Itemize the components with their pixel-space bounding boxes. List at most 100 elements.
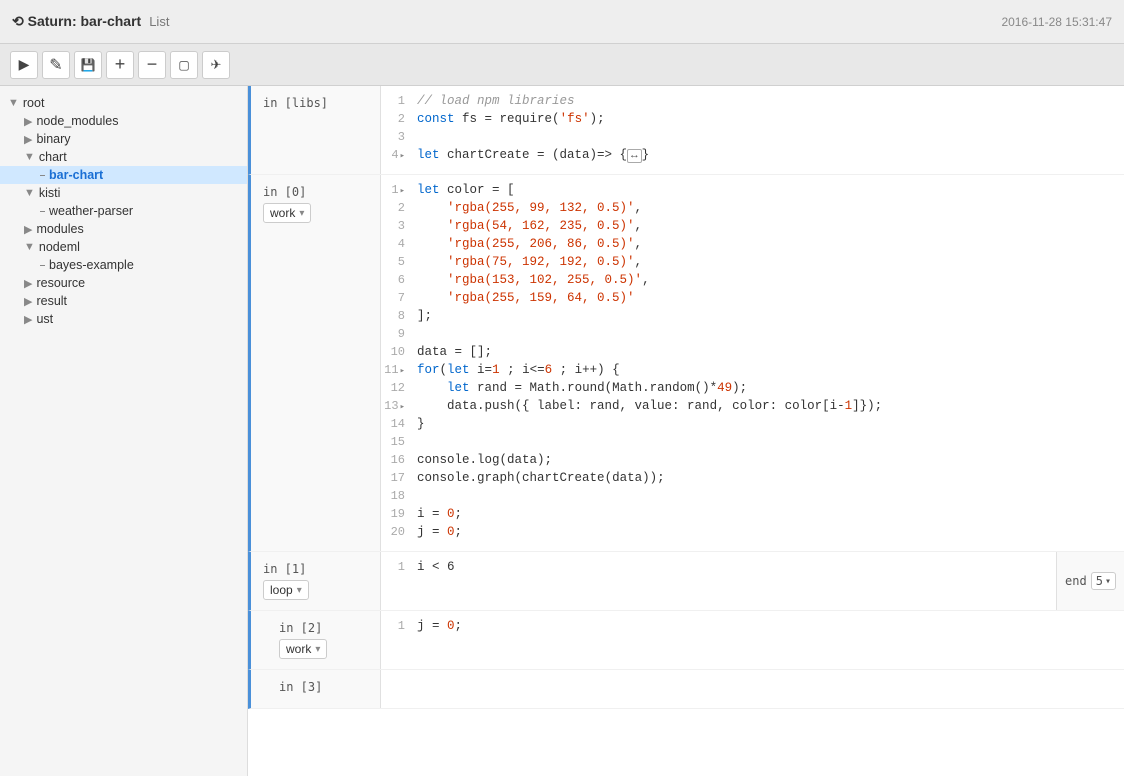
- file-icon: ⎯: [40, 170, 45, 181]
- folder-icon: ▶: [24, 277, 32, 290]
- code-line: 2 const fs = require('fs');: [381, 112, 1124, 130]
- sidebar-item-root[interactable]: ▼ root: [0, 94, 247, 112]
- toolbar: ▶ ✎ 💾 + − ▢ ✈: [0, 44, 1124, 86]
- run-button[interactable]: ▶: [10, 51, 38, 79]
- sidebar-item-label: chart: [39, 150, 67, 164]
- folder-icon: ▼: [24, 187, 35, 199]
- cell-content-2[interactable]: 1 j = 0;: [381, 611, 1124, 669]
- code-line: 4 'rgba(255, 206, 86, 0.5)',: [381, 237, 1124, 255]
- list-link[interactable]: List: [149, 14, 169, 29]
- bookmark-button[interactable]: ✈: [202, 51, 230, 79]
- code-line: 15: [381, 435, 1124, 453]
- code-line: 1 // load npm libraries: [381, 94, 1124, 112]
- cell-label-1: in [1]: [263, 562, 368, 576]
- sidebar-item-ust[interactable]: ▶ ust: [0, 310, 247, 328]
- sidebar-item-nodeml[interactable]: ▼ nodeml: [0, 238, 247, 256]
- file-tree: ▼ root ▶ node_modules ▶ binary ▼ chart ⎯…: [0, 86, 248, 776]
- code-line: 9: [381, 327, 1124, 345]
- sidebar-item-chart[interactable]: ▼ chart: [0, 148, 247, 166]
- sidebar-item-label: kisti: [39, 186, 61, 200]
- file-icon: ⎯: [40, 206, 45, 217]
- sidebar-item-node_modules[interactable]: ▶ node_modules: [0, 112, 247, 130]
- sidebar-item-binary[interactable]: ▶ binary: [0, 130, 247, 148]
- sidebar-item-label: result: [36, 294, 67, 308]
- sidebar-item-kisti[interactable]: ▼ kisti: [0, 184, 247, 202]
- code-line: 8 ];: [381, 309, 1124, 327]
- sidebar-item-weather-parser[interactable]: ⎯ weather-parser: [0, 202, 247, 220]
- folder-icon: ▶: [24, 295, 32, 308]
- code-line: 7 'rgba(255, 159, 64, 0.5)': [381, 291, 1124, 309]
- save-button[interactable]: 💾: [74, 51, 102, 79]
- end-label: end: [1065, 574, 1087, 588]
- code-line: 11▸ for(let i=1 ; i<=6 ; i++) {: [381, 363, 1124, 381]
- folder-icon: ▼: [24, 241, 35, 253]
- folder-icon: ▶: [24, 133, 32, 146]
- folder-icon: ▼: [8, 97, 19, 109]
- code-line: 3: [381, 130, 1124, 148]
- sidebar-item-label: root: [23, 96, 45, 110]
- cell-0: in [0] work ▾ 1▸ let color = [ 2 'rgba(2…: [248, 175, 1124, 552]
- folder-icon: ▶: [24, 115, 32, 128]
- sidebar-item-bayes-example[interactable]: ⎯ bayes-example: [0, 256, 247, 274]
- cell-3: in [3]: [248, 670, 1124, 709]
- code-line: 2 'rgba(255, 99, 132, 0.5)',: [381, 201, 1124, 219]
- folder-icon: ▶: [24, 313, 32, 326]
- cell-end-1: end 5 ▾: [1056, 552, 1124, 610]
- sidebar-item-label: ust: [36, 312, 53, 326]
- code-line: 3 'rgba(54, 162, 235, 0.5)',: [381, 219, 1124, 237]
- sidebar-item-label: node_modules: [36, 114, 118, 128]
- cell-libs: in [libs] 1 // load npm libraries 2 cons…: [248, 86, 1124, 175]
- cell-badge-work-0[interactable]: work ▾: [263, 203, 311, 223]
- sidebar-item-label: bayes-example: [49, 258, 134, 272]
- topbar-left: ⟲ Saturn: bar-chart List: [12, 13, 169, 30]
- cell-content-3[interactable]: [381, 670, 1124, 708]
- cell-content-1[interactable]: 1 i < 6: [381, 552, 1056, 610]
- editor-area: in [libs] 1 // load npm libraries 2 cons…: [248, 86, 1124, 776]
- clear-button[interactable]: ▢: [170, 51, 198, 79]
- code-line: 14 }: [381, 417, 1124, 435]
- sidebar-item-label: bar-chart: [49, 168, 103, 182]
- remove-button[interactable]: −: [138, 51, 166, 79]
- code-line: 17 console.graph(chartCreate(data));: [381, 471, 1124, 489]
- cell-badge-loop[interactable]: loop ▾: [263, 580, 309, 600]
- file-icon: ⎯: [40, 260, 45, 271]
- code-line: 12 let rand = Math.round(Math.random()*4…: [381, 381, 1124, 399]
- sidebar-item-modules[interactable]: ▶ modules: [0, 220, 247, 238]
- timestamp: 2016-11-28 15:31:47: [1001, 15, 1112, 29]
- sidebar-item-label: modules: [36, 222, 83, 236]
- end-badge[interactable]: 5 ▾: [1091, 572, 1116, 590]
- topbar: ⟲ Saturn: bar-chart List 2016-11-28 15:3…: [0, 0, 1124, 44]
- add-button[interactable]: +: [106, 51, 134, 79]
- code-line: 19 i = 0;: [381, 507, 1124, 525]
- cell-label-2: in [2]: [279, 621, 368, 635]
- code-line: 5 'rgba(75, 192, 192, 0.5)',: [381, 255, 1124, 273]
- code-line: 16 console.log(data);: [381, 453, 1124, 471]
- cell-badge-work-2[interactable]: work ▾: [279, 639, 327, 659]
- code-line: 1 i < 6: [381, 560, 1056, 578]
- cell-label-3: in [3]: [279, 680, 368, 694]
- cell-label-0: in [0]: [263, 185, 368, 199]
- code-line: 20 j = 0;: [381, 525, 1124, 543]
- cell-content-libs[interactable]: 1 // load npm libraries 2 const fs = req…: [381, 86, 1124, 174]
- code-line: 6 'rgba(153, 102, 255, 0.5)',: [381, 273, 1124, 291]
- sidebar-item-bar-chart[interactable]: ⎯ bar-chart: [0, 166, 247, 184]
- code-line: 18: [381, 489, 1124, 507]
- code-line: 4▸ let chartCreate = (data)=> {↔}: [381, 148, 1124, 166]
- code-line: 1▸ let color = [: [381, 183, 1124, 201]
- folder-icon: ▼: [24, 151, 35, 163]
- sidebar-item-result[interactable]: ▶ result: [0, 292, 247, 310]
- code-line: 10 data = [];: [381, 345, 1124, 363]
- code-line: 13▸ data.push({ label: rand, value: rand…: [381, 399, 1124, 417]
- cell-content-0[interactable]: 1▸ let color = [ 2 'rgba(255, 99, 132, 0…: [381, 175, 1124, 551]
- cell-2: in [2] work ▾ 1 j = 0;: [248, 611, 1124, 670]
- sidebar-item-label: binary: [36, 132, 70, 146]
- main-container: ▼ root ▶ node_modules ▶ binary ▼ chart ⎯…: [0, 86, 1124, 776]
- edit-button[interactable]: ✎: [42, 51, 70, 79]
- cell-label-libs: in [libs]: [263, 96, 368, 110]
- code-line: 1 j = 0;: [381, 619, 1124, 637]
- folder-icon: ▶: [24, 223, 32, 236]
- sidebar-item-label: weather-parser: [49, 204, 133, 218]
- sidebar-item-resource[interactable]: ▶ resource: [0, 274, 247, 292]
- app-logo: ⟲ Saturn: bar-chart: [12, 13, 141, 30]
- sidebar-item-label: resource: [36, 276, 85, 290]
